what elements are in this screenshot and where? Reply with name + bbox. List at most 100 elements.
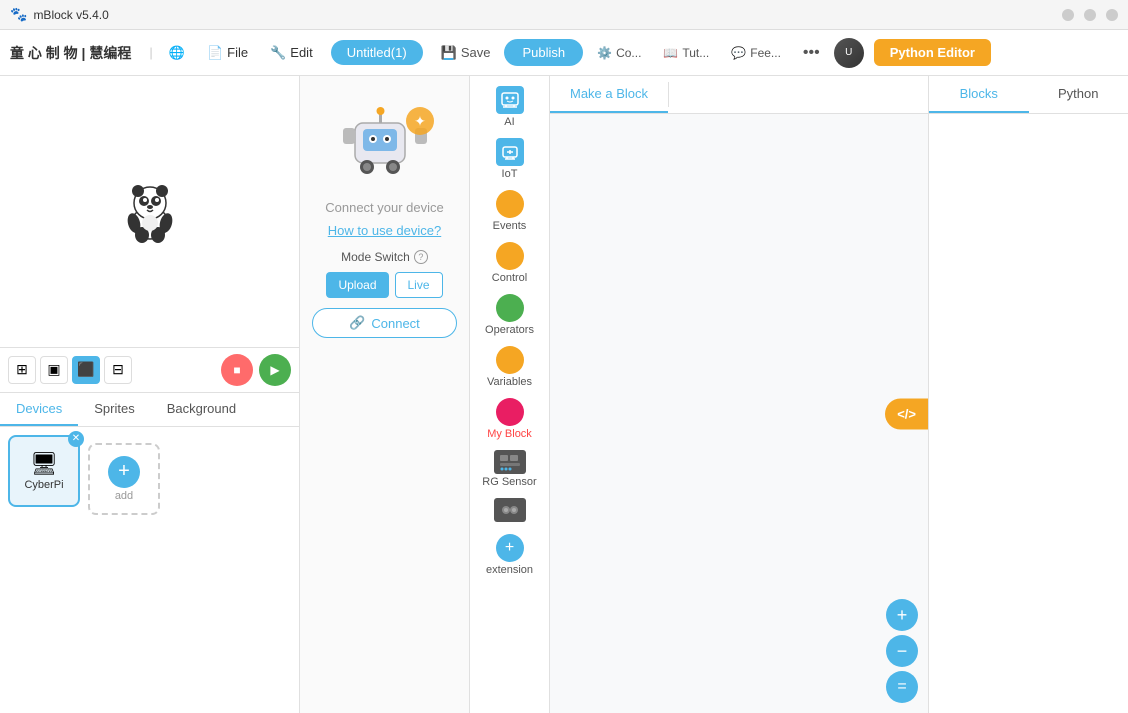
workspace-area: </> + − = [550,114,928,713]
window-controls: — □ ✕ [1062,9,1118,21]
panel-tabs: Devices Sprites Background [0,393,299,427]
device-item-cyberpi[interactable]: ✕ 🖥 CyberPi [8,435,80,515]
extension-button[interactable]: + extension [482,530,537,580]
close-button[interactable]: ✕ [1106,9,1118,21]
python-editor-button[interactable]: Python Editor [874,39,991,66]
stop-icon: ■ [233,363,240,377]
live-button[interactable]: Live [395,272,443,298]
stage-area [0,76,299,348]
book-icon: 📖 [663,46,678,60]
minimize-button[interactable]: — [1062,9,1074,21]
main-area: ⊞ ▣ ⬛ ⊟ ■ ▶ Devices Sprites Background ✕ [0,76,1128,713]
globe-button[interactable]: 🌐 [161,41,193,65]
category-rgb-sensor[interactable]: RG Sensor [475,446,545,492]
right-tab-blocks[interactable]: Blocks [929,76,1029,113]
edit-icon: 🔧 [270,45,286,61]
operators-dot [496,294,524,322]
iot-icon [496,138,524,166]
categories-panel: AI IoT Events Control Operators Variable… [470,76,550,713]
mode-switch-info-icon[interactable]: ? [414,250,428,264]
device-illustration: ✦ [320,88,450,188]
workspace: Make a Block </> + − = [550,76,928,713]
variables-label: Variables [487,376,532,388]
app-icon: 🐾 [10,6,27,23]
iot-label: IoT [502,168,518,180]
myblock-dot [496,398,524,426]
zoom-out-button[interactable]: − [886,635,918,667]
control-label: Control [492,272,527,284]
publish-button[interactable]: Publish [504,39,583,66]
make-block-tab[interactable]: Make a Block [550,76,668,113]
control-dot [496,242,524,270]
myblock-label: My Block [487,428,532,440]
stop-button[interactable]: ■ [221,354,253,386]
stage-size-small[interactable]: ⬛ [72,356,100,384]
tab-background[interactable]: Background [151,393,252,426]
save-icon: 💾 [441,45,457,61]
tutorial-button[interactable]: 📖 Tut... [655,42,717,64]
extension-plus-icon: + [496,534,524,562]
project-name-button[interactable]: Untitled(1) [331,40,423,65]
code-float-button[interactable]: </> [885,398,928,429]
category-sensor2[interactable] [475,494,545,528]
events-label: Events [493,220,527,232]
category-variables[interactable]: Variables [475,342,545,392]
avatar[interactable]: U [834,38,864,68]
add-icon: + [108,456,140,488]
connect-button[interactable]: ⚙️ Co... [589,42,649,64]
how-to-link[interactable]: How to use device? [328,223,441,238]
more-button[interactable]: ••• [795,40,828,66]
device-name-label: CyberPi [24,479,63,491]
go-icon: ▶ [270,363,279,377]
category-iot[interactable]: IoT [475,134,545,184]
tab-sprites[interactable]: Sprites [78,393,150,426]
connect-icon: ⚙️ [597,46,612,60]
stage-controls: ⊞ ▣ ⬛ ⊟ ■ ▶ [0,348,299,393]
file-menu-button[interactable]: 📄 File [199,41,256,65]
add-device-button[interactable]: + add [88,435,160,515]
upload-button[interactable]: Upload [326,272,388,298]
stage-panel: ⊞ ▣ ⬛ ⊟ ■ ▶ Devices Sprites Background ✕ [0,76,300,713]
globe-icon: 🌐 [169,45,185,61]
mode-switch-row: Mode Switch ? [341,250,428,264]
zoom-controls: + − = [886,599,918,703]
extension-label: extension [486,564,533,576]
panda-sprite [110,171,190,251]
category-events[interactable]: Events [475,186,545,236]
save-button[interactable]: 💾 Save [433,41,499,65]
device-chip-icon: 🖥 [30,451,58,477]
connect-text: Connect your device [325,200,444,215]
stage-size-mini[interactable]: ⊟ [104,356,132,384]
upload-live-buttons: Upload Live [326,272,442,298]
ai-icon [496,86,524,114]
stage-size-full[interactable]: ⊞ [8,356,36,384]
category-ai[interactable]: AI [475,82,545,132]
stage-size-medium[interactable]: ▣ [40,356,68,384]
feedback-button[interactable]: 💬 Fee... [723,42,789,64]
category-operators[interactable]: Operators [475,290,545,340]
device-list: ✕ 🖥 CyberPi + add [0,427,299,713]
events-dot [496,190,524,218]
zoom-reset-button[interactable]: = [886,671,918,703]
feedback-icon: 💬 [731,46,746,60]
tab-devices[interactable]: Devices [0,393,78,426]
zoom-in-button[interactable]: + [886,599,918,631]
device-close-button[interactable]: ✕ [68,431,84,447]
titlebar: 🐾 mBlock v5.4.0 — □ ✕ [0,0,1128,30]
right-panel: Blocks Python [928,76,1128,713]
edit-menu-button[interactable]: 🔧 Edit [262,41,321,65]
rgb-sensor-icon [494,450,526,474]
device-connect-panel: ✦ Connect your device How to use device?… [300,76,470,713]
mode-switch-label: Mode Switch [341,250,410,264]
connect-device-button[interactable]: 🔗 Connect [312,308,457,338]
separator: | [149,45,152,60]
go-button[interactable]: ▶ [259,354,291,386]
category-control[interactable]: Control [475,238,545,288]
operators-label: Operators [485,324,534,336]
category-myblock[interactable]: My Block [475,394,545,444]
right-tab-python[interactable]: Python [1029,76,1128,113]
right-tabs: Blocks Python [929,76,1128,114]
file-icon: 📄 [207,45,223,61]
maximize-button[interactable]: □ [1084,9,1096,21]
workspace-tabs: Make a Block [550,76,928,114]
